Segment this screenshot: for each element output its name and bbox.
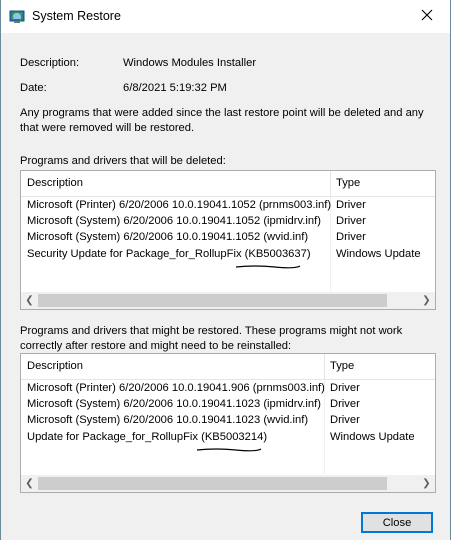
description-value: Windows Modules Installer: [123, 57, 257, 69]
column-separator[interactable]: [330, 171, 331, 196]
scroll-left-icon[interactable]: ❮: [21, 292, 38, 309]
list-item[interactable]: Update for Package_for_RollupFix (KB5003…: [21, 430, 435, 447]
restored-list[interactable]: Description Type Microsoft (Printer) 6/2…: [20, 353, 436, 493]
item-type: Driver: [336, 231, 366, 243]
column-header-type[interactable]: Type: [330, 360, 354, 372]
close-icon: [421, 9, 433, 24]
list-item[interactable]: Microsoft (System) 6/20/2006 10.0.19041.…: [21, 214, 435, 231]
item-description: Update for Package_for_RollupFix (KB5003…: [27, 431, 268, 443]
list-item[interactable]: Security Update for Package_for_RollupFi…: [21, 247, 435, 264]
item-type: Driver: [336, 215, 366, 227]
deleted-list-hscrollbar[interactable]: ❮ ❯: [21, 292, 435, 309]
item-type: Windows Update: [336, 248, 421, 260]
item-type: Windows Update: [330, 431, 415, 443]
deleted-list-header: Description Type: [21, 171, 435, 197]
item-description: Microsoft (System) 6/20/2006 10.0.19041.…: [27, 414, 309, 426]
restored-section-title: Programs and drivers that might be resto…: [20, 325, 403, 352]
column-header-description[interactable]: Description: [27, 177, 83, 189]
scroll-right-icon[interactable]: ❯: [418, 475, 435, 492]
column-header-type[interactable]: Type: [336, 177, 360, 189]
item-type: Driver: [330, 382, 360, 394]
list-item[interactable]: Microsoft (System) 6/20/2006 10.0.19041.…: [21, 413, 435, 430]
restored-list-hscrollbar[interactable]: ❮ ❯: [21, 475, 435, 492]
item-description: Microsoft (Printer) 6/20/2006 10.0.19041…: [27, 199, 332, 211]
description-label: Description:: [20, 57, 80, 69]
item-description: Microsoft (System) 6/20/2006 10.0.19041.…: [27, 398, 321, 410]
date-value: 6/8/2021 5:19:32 PM: [123, 82, 227, 94]
restored-list-header: Description Type: [21, 354, 435, 380]
column-header-description[interactable]: Description: [27, 360, 83, 372]
title-bar: System Restore: [1, 0, 450, 33]
window-title: System Restore: [32, 9, 121, 23]
close-window-button[interactable]: [404, 0, 450, 33]
list-item[interactable]: Microsoft (Printer) 6/20/2006 10.0.19041…: [21, 381, 435, 398]
item-description: Microsoft (System) 6/20/2006 10.0.19041.…: [27, 231, 309, 243]
deleted-list[interactable]: Description Type Microsoft (Printer) 6/2…: [20, 170, 436, 310]
list-item[interactable]: Microsoft (System) 6/20/2006 10.0.19041.…: [21, 230, 435, 247]
item-type: Driver: [336, 199, 366, 211]
list-item[interactable]: Microsoft (System) 6/20/2006 10.0.19041.…: [21, 397, 435, 414]
column-separator[interactable]: [324, 354, 325, 379]
list-item[interactable]: Microsoft (Printer) 6/20/2006 10.0.19041…: [21, 198, 435, 215]
item-type: Driver: [330, 398, 360, 410]
handwritten-underline: [235, 265, 301, 269]
item-description: Microsoft (Printer) 6/20/2006 10.0.19041…: [27, 382, 325, 394]
system-restore-icon: [9, 9, 25, 25]
system-restore-dialog: System Restore Description: Windows Modu…: [0, 0, 451, 540]
date-label: Date:: [20, 82, 47, 94]
scroll-left-icon[interactable]: ❮: [21, 475, 38, 492]
close-button[interactable]: Close: [361, 512, 433, 533]
item-type: Driver: [330, 414, 360, 426]
item-description: Microsoft (System) 6/20/2006 10.0.19041.…: [27, 215, 321, 227]
deleted-section-title: Programs and drivers that will be delete…: [20, 155, 226, 167]
scrollbar-thumb[interactable]: [38, 294, 387, 307]
handwritten-underline: [196, 448, 262, 452]
scroll-right-icon[interactable]: ❯: [418, 292, 435, 309]
item-description: Security Update for Package_for_RollupFi…: [27, 248, 311, 260]
restore-note: Any programs that were added since the l…: [20, 107, 424, 134]
scrollbar-thumb[interactable]: [38, 477, 387, 490]
